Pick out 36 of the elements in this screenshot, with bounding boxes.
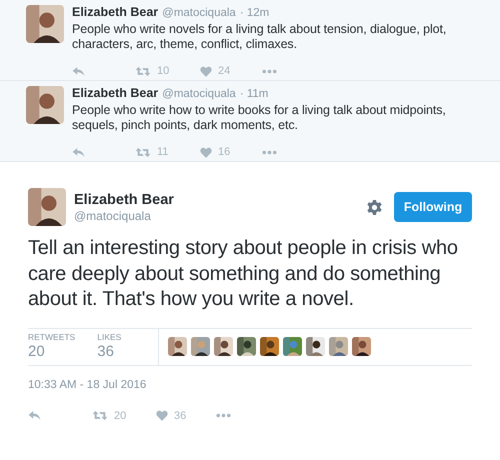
stat-label[interactable]: LIKES: [97, 330, 122, 342]
stat-label[interactable]: RETWEETS: [28, 330, 76, 342]
like-count: 36: [174, 410, 186, 422]
author-handle[interactable]: @matociquala: [162, 6, 236, 20]
following-button[interactable]: Following: [394, 192, 472, 222]
reply-icon[interactable]: [28, 410, 41, 421]
author-name[interactable]: Elizabeth Bear: [72, 86, 158, 100]
more-icon[interactable]: [216, 413, 231, 418]
heart-icon[interactable]: [200, 66, 212, 76]
retweet-count: 10: [157, 65, 170, 77]
tweet-timestamp: 10:33 AM - 18 Jul 2016: [28, 378, 148, 390]
retweet-icon[interactable]: [92, 410, 108, 421]
retweet-count: 20: [114, 410, 126, 422]
stat-value[interactable]: 36: [97, 342, 122, 360]
retweet-icon[interactable]: [135, 146, 151, 158]
author-name[interactable]: Elizabeth Bear: [74, 190, 367, 208]
retweet-icon[interactable]: [135, 66, 151, 76]
tweet-text: People who write how to write books for a living talk about midpoints, sequels, pinch points, dark moments, etc.: [72, 103, 447, 133]
stat-value[interactable]: 20: [28, 342, 76, 360]
tweet-time[interactable]: · 11m: [240, 87, 268, 101]
like-count: 24: [218, 65, 230, 77]
tweet-text: Tell an interesting story about people in crisis who care deeply about something and do something about it. That's how you write a novel.: [28, 236, 459, 312]
like-count: 16: [218, 146, 230, 158]
heart-icon[interactable]: [156, 410, 168, 421]
more-icon[interactable]: [262, 68, 277, 74]
heart-icon[interactable]: [200, 146, 212, 158]
retweet-count: 11: [157, 146, 168, 158]
reply-icon[interactable]: [72, 66, 85, 76]
tweet-text: People who write novels for a living talk about tension, dialogue, plot, characters, arc, theme, conflict, climaxes.: [72, 22, 448, 52]
author-name[interactable]: Elizabeth Bear: [72, 5, 158, 19]
author-handle[interactable]: @matociquala: [74, 208, 367, 224]
more-icon[interactable]: [262, 150, 277, 154]
tweet-time[interactable]: · 12m: [240, 6, 270, 20]
settings-icon[interactable]: [367, 200, 382, 214]
reply-icon[interactable]: [72, 146, 85, 158]
author-handle[interactable]: @matociquala: [162, 87, 236, 101]
